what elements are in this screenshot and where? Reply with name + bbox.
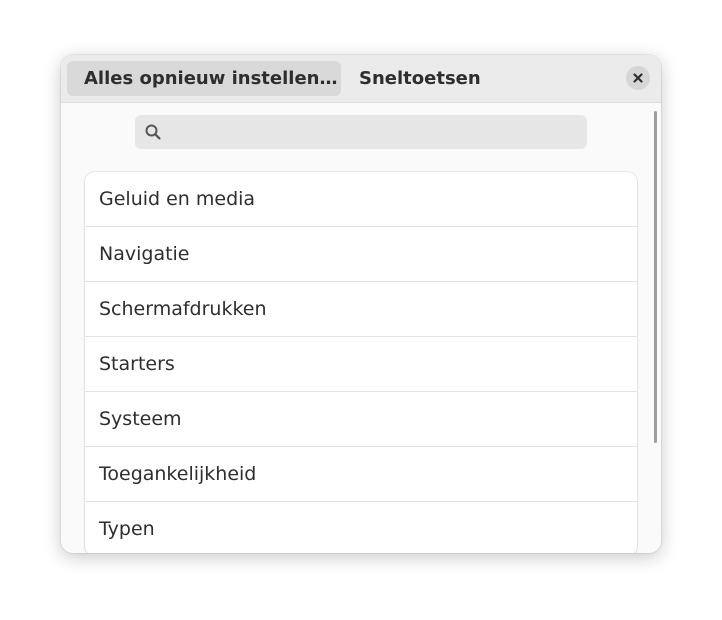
shortcuts-dialog: Alles opnieuw instellen… Sneltoetsen Gel… [61,55,661,553]
dialog-content: Geluid en media Navigatie Schermafdrukke… [61,103,661,553]
search-entry[interactable] [135,115,587,151]
dialog-title: Sneltoetsen [359,68,481,89]
list-item-typen[interactable]: Typen [85,502,637,553]
list-item-systeem[interactable]: Systeem [85,392,637,447]
reset-all-button[interactable]: Alles opnieuw instellen… [67,61,341,96]
close-icon [633,73,643,83]
list-item-geluid-en-media[interactable]: Geluid en media [85,172,637,227]
search-icon [145,124,161,140]
scrollbar[interactable] [654,111,657,443]
close-button[interactable] [626,66,650,90]
list-item-starters[interactable]: Starters [85,337,637,392]
header-bar: Alles opnieuw instellen… Sneltoetsen [61,55,661,103]
list-item-navigatie[interactable]: Navigatie [85,227,637,282]
list-item-toegankelijkheid[interactable]: Toegankelijkheid [85,447,637,502]
search-input[interactable] [169,115,573,151]
list-item-schermafdrukken[interactable]: Schermafdrukken [85,282,637,337]
category-list: Geluid en media Navigatie Schermafdrukke… [85,172,637,553]
